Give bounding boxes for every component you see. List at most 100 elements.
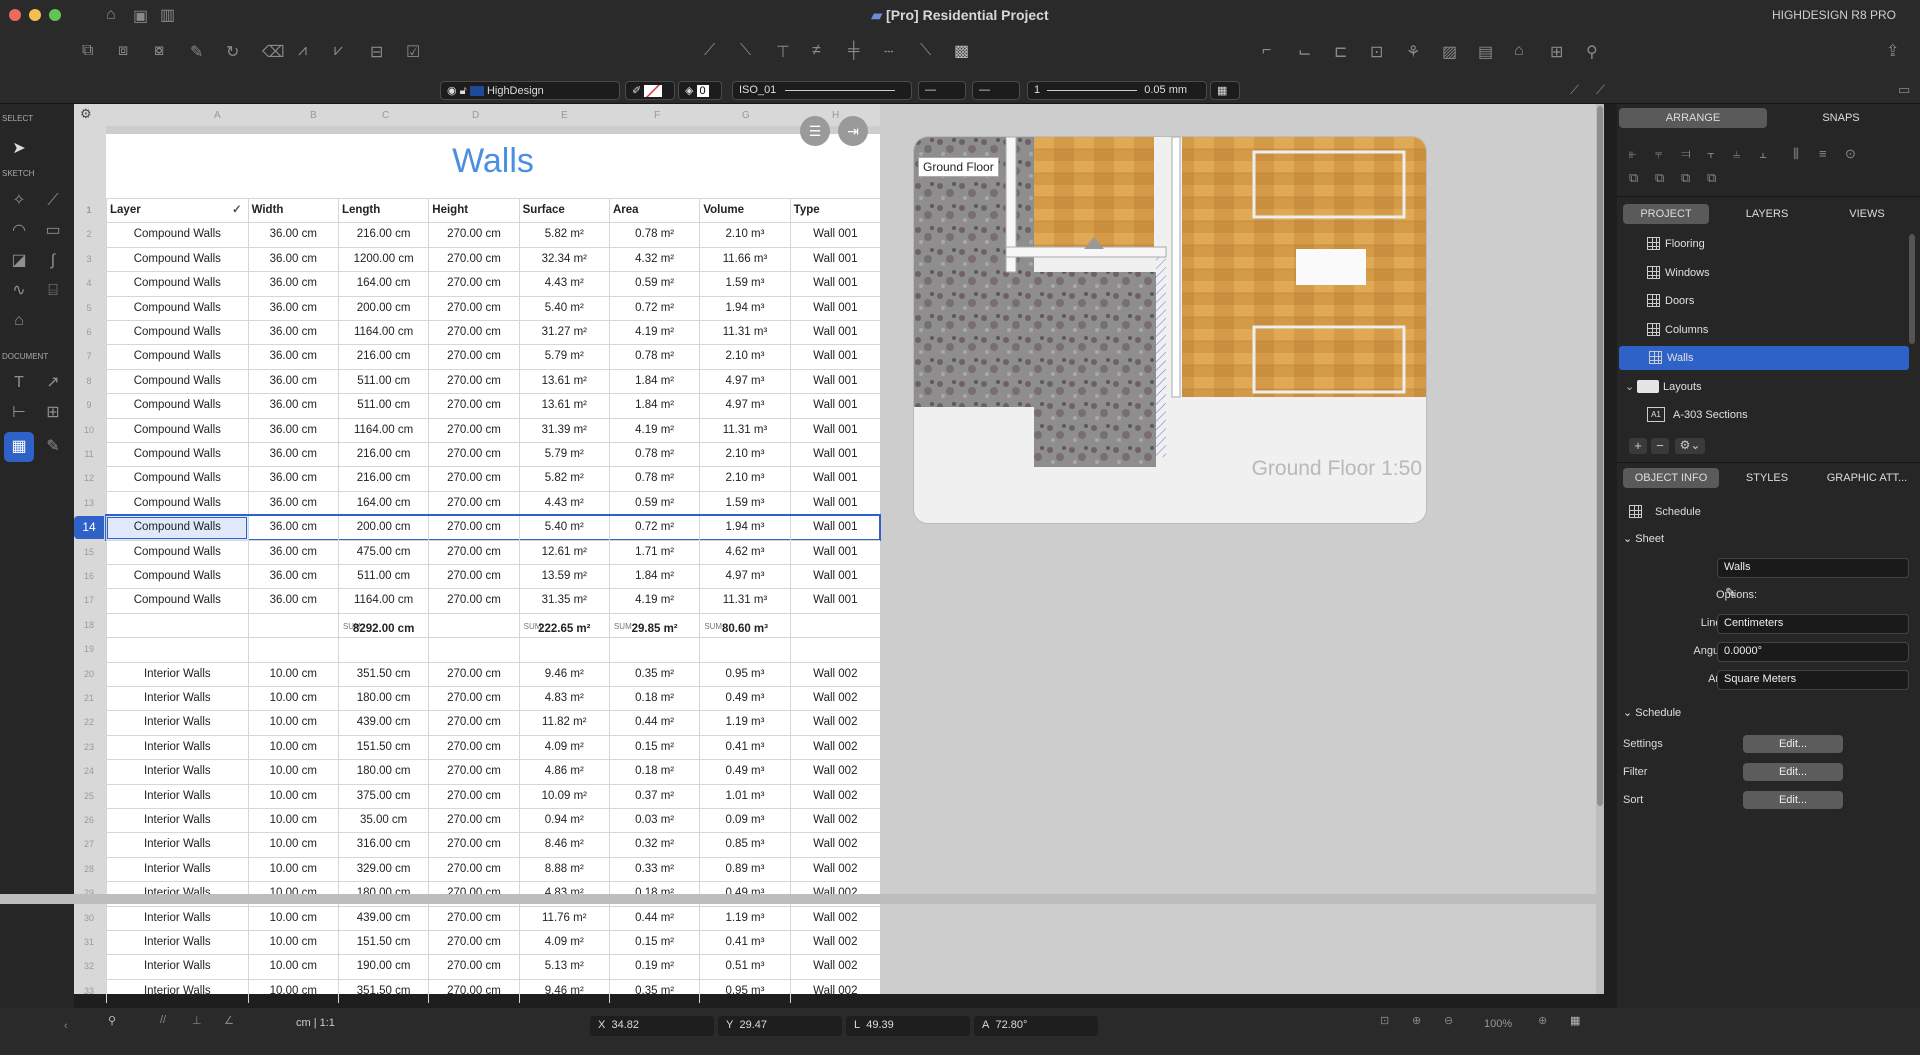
table-cell[interactable]: 270.00 cm (428, 857, 518, 882)
row-number[interactable]: 30 (74, 907, 104, 930)
column-header-cell[interactable]: Height (428, 199, 518, 223)
table-cell[interactable]: 1200.00 cm (337, 247, 428, 272)
table-cell[interactable]: 164.00 cm (337, 491, 428, 516)
bring-front-icon[interactable]: ⧉ (1629, 170, 1638, 186)
table-cell[interactable]: SUM 8292.00 cm (337, 613, 428, 638)
table-cell[interactable]: 0.32 m² (608, 833, 699, 857)
boolean-icon[interactable]: ▩ (954, 41, 969, 61)
table-cell[interactable]: 0.89 m³ (699, 857, 789, 882)
table-cell[interactable]: Wall 002 (789, 735, 880, 760)
plan-view-card[interactable]: Ground Floor Ground Floor 1:50 (914, 137, 1426, 523)
table-cell[interactable]: 36.00 cm (247, 369, 338, 394)
table-row[interactable]: 16 Compound Walls 36.00 cm 511.00 cm 270.00 … (84, 564, 880, 589)
section-icon[interactable]: ⊞ (42, 402, 64, 424)
table-row[interactable]: 32 Interior Walls 10.00 cm 190.00 cm 270.00 … (84, 954, 880, 979)
table-cell[interactable]: Compound Walls (106, 516, 248, 540)
table-cell[interactable]: Wall 001 (789, 491, 880, 516)
row-number[interactable]: 8 (74, 370, 104, 393)
table-cell[interactable]: 10.00 cm (247, 857, 338, 882)
row-number[interactable]: 25 (74, 785, 104, 808)
chamfer-icon[interactable]: ⌙ (1298, 42, 1311, 62)
table-row[interactable]: 4 Compound Walls 36.00 cm 164.00 cm 270.00 c… (86, 271, 880, 296)
table-cell[interactable]: 0.37 m² (608, 784, 699, 808)
column-header-cell[interactable]: Area (608, 199, 699, 223)
table-cell[interactable]: Wall 002 (789, 662, 880, 686)
table-cell[interactable]: 270.00 cm (428, 321, 518, 345)
table-cell[interactable]: 8.46 m² (518, 833, 609, 857)
layer-select[interactable]: ◉ 🔓︎ HighDesign (440, 81, 620, 100)
table-cell[interactable]: 0.94 m² (518, 809, 609, 833)
table-cell[interactable]: 0.15 m² (608, 735, 699, 760)
tab-layers[interactable]: LAYERS (1719, 204, 1815, 224)
point-icon[interactable]: ✧ (8, 190, 30, 212)
table-row[interactable]: 17 Compound Walls 36.00 cm 1164.00 cm 270.00… (84, 588, 880, 613)
table-cell[interactable]: 36.00 cm (247, 565, 338, 589)
table-cell[interactable]: 0.95 m³ (699, 979, 789, 1004)
table-cell[interactable]: 0.78 m² (608, 467, 699, 491)
table-cell[interactable]: 36.00 cm (247, 516, 338, 540)
line-icon[interactable]: ⟋ (42, 190, 64, 212)
collapse-arrow-icon[interactable]: ‹ (64, 1020, 68, 1032)
table-cell[interactable]: Interior Walls (106, 687, 248, 711)
row-number[interactable]: 17 (74, 589, 104, 612)
sort-edit-button[interactable]: Edit... (1743, 791, 1843, 809)
table-cell[interactable]: Wall 002 (789, 833, 880, 857)
row-number[interactable]: 16 (74, 565, 104, 588)
wall-tool-icon[interactable]: ◪ (8, 250, 30, 272)
table-cell[interactable]: 0.18 m² (608, 760, 699, 784)
row-number[interactable]: 1 (74, 199, 104, 222)
canvas-horizontal-scrollbar[interactable] (0, 894, 1604, 904)
align-bottom-icon[interactable]: ⫠ (1759, 146, 1767, 162)
table-cell[interactable]: Interior Walls (106, 662, 248, 686)
combine-icon[interactable]: ⧇ (154, 42, 164, 60)
table-cell[interactable]: 270.00 cm (428, 833, 518, 857)
table-cell[interactable]: 316.00 cm (337, 833, 428, 857)
table-cell[interactable]: 36.00 cm (247, 296, 338, 320)
table-cell[interactable]: 11.31 m³ (699, 418, 789, 442)
table-cell[interactable]: 439.00 cm (337, 711, 428, 735)
table-row[interactable]: 5 Compound Walls 36.00 cm 200.00 cm 270.00 c… (86, 295, 880, 320)
view-options-icon[interactable]: ▦ (1570, 1014, 1580, 1027)
table-cell[interactable]: Wall 001 (789, 394, 880, 418)
table-header-row[interactable]: 1 Layer ✓ Width Length Height Surface Area Volum… (86, 198, 880, 223)
image-icon[interactable]: ▤ (1478, 42, 1493, 62)
table-cell[interactable]: SUM 29.85 m² (608, 613, 699, 638)
cut-icon[interactable]: ╪ (848, 42, 859, 60)
table-cell[interactable]: 11.82 m² (518, 711, 609, 735)
join-icon[interactable]: ≠ (812, 42, 821, 60)
table-cell[interactable]: 10.00 cm (247, 979, 338, 1004)
table-cell[interactable]: Wall 002 (789, 857, 880, 882)
table-cell[interactable]: 151.50 cm (337, 735, 428, 760)
row-number[interactable]: 26 (74, 809, 104, 832)
table-cell[interactable] (106, 613, 248, 638)
row-number[interactable]: 22 (74, 711, 104, 734)
pick-style-icon[interactable]: ⟋ (1570, 82, 1579, 98)
furniture-icon[interactable]: ⌸ (42, 280, 64, 302)
table-cell[interactable]: 9.46 m² (518, 979, 609, 1004)
table-cell[interactable]: 0.59 m² (608, 272, 699, 296)
table-cell[interactable]: 0.35 m² (608, 979, 699, 1004)
row-number[interactable]: 11 (74, 443, 104, 466)
table-cell[interactable]: Wall 001 (789, 467, 880, 491)
table-cell[interactable]: 270.00 cm (428, 491, 518, 516)
table-cell[interactable]: 0.95 m³ (699, 662, 789, 686)
table-cell[interactable]: 4.43 m² (518, 272, 609, 296)
table-cell[interactable]: 270.00 cm (428, 516, 518, 540)
table-cell[interactable]: 31.39 m² (518, 418, 609, 442)
table-cell[interactable]: 5.82 m² (518, 223, 609, 247)
table-cell[interactable]: Wall 001 (789, 345, 880, 369)
table-cell[interactable] (428, 613, 518, 638)
table-cell[interactable]: 1.59 m³ (699, 491, 789, 516)
pen-color-select[interactable]: ✐ (625, 81, 675, 100)
group-icon[interactable]: ⧉ (82, 42, 93, 60)
row-number[interactable]: 19 (74, 638, 104, 661)
table-cell[interactable]: 36.00 cm (247, 223, 338, 247)
table-cell[interactable]: 270.00 cm (428, 443, 518, 467)
table-cell[interactable]: 36.00 cm (247, 491, 338, 516)
row-number[interactable]: 4 (74, 272, 104, 295)
schedule-tool-icon[interactable]: ▦ (4, 432, 34, 462)
table-cell[interactable]: 10.00 cm (247, 784, 338, 808)
table-cell[interactable]: Wall 001 (789, 565, 880, 589)
table-cell[interactable]: 270.00 cm (428, 467, 518, 491)
table-cell[interactable]: 0.44 m² (608, 906, 699, 930)
